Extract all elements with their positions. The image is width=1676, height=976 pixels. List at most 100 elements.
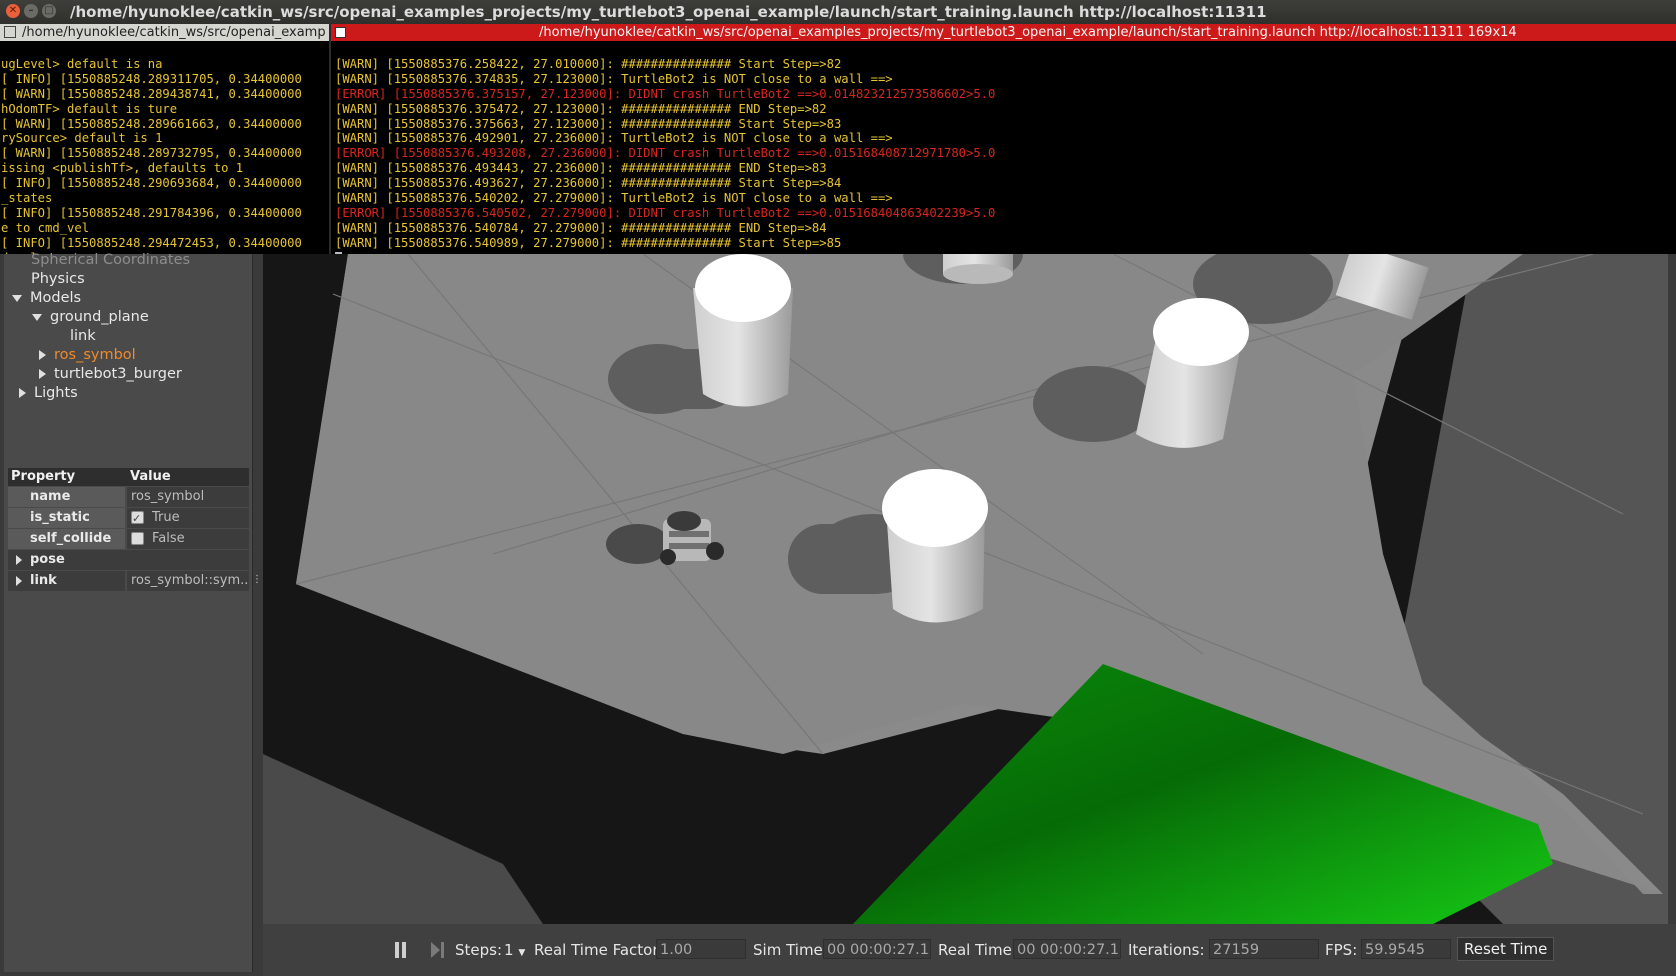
property-column-header: Property	[11, 469, 76, 484]
expand-arrow-icon[interactable]	[19, 388, 26, 398]
terminal-line: rySource> default is 1	[1, 131, 163, 146]
real-time-factor-field[interactable]: 1.00	[656, 939, 746, 959]
property-key-label: pose	[30, 552, 65, 567]
terminal-line: ugLevel> default is na	[1, 56, 163, 71]
world-panel: Spherical Coordinates Physics Models gro…	[4, 252, 253, 972]
pause-icon[interactable]	[394, 942, 408, 958]
steps-spinner[interactable]: 1 ▼	[504, 941, 525, 959]
terminal-line: [WARN] [1550885376.374835, 27.123000]: T…	[335, 71, 893, 86]
tree-item-lights[interactable]: Lights	[19, 385, 78, 401]
expand-arrow-icon[interactable]	[39, 369, 46, 379]
scene-viewport[interactable]	[263, 254, 1668, 924]
property-key: name	[8, 487, 125, 507]
terminal-line: e to cmd_vel	[1, 220, 90, 235]
expand-arrow-icon[interactable]	[39, 350, 46, 360]
terminal-line: [ERROR] [1550885376.540502, 27.279000]: …	[335, 205, 996, 220]
property-row-self-collide[interactable]: self_collide False	[8, 529, 249, 549]
terminal-line: [ INFO] [1550885248.290693684, 0.3440000…	[1, 176, 302, 191]
iterations-field[interactable]: 27159	[1209, 939, 1319, 959]
property-value: ros_symbol::sym...	[127, 571, 249, 591]
property-key: link	[8, 571, 125, 591]
expand-arrow-icon[interactable]	[16, 576, 22, 586]
terminal-right-title: /home/hyunoklee/catkin_ws/src/openai_exa…	[539, 25, 1517, 40]
terminal-line: [WARN] [1550885376.258422, 27.010000]: #…	[335, 56, 842, 71]
checkbox-label: True	[152, 510, 180, 525]
property-table: Property Value name ros_symbol is_static…	[8, 468, 249, 591]
sim-time-field[interactable]: 00 00:00:27.159	[823, 939, 931, 959]
tree-item-label: ros_symbol	[54, 347, 136, 363]
terminal-line: [ INFO] [1550885248.291784396, 0.3440000…	[1, 205, 302, 220]
property-row-is-static[interactable]: is_static True	[8, 508, 249, 528]
window-titlebar: ✕ – □ /home/hyunoklee/catkin_ws/src/openai…	[0, 0, 1676, 24]
fps-field[interactable]: 59.9545	[1361, 939, 1451, 959]
tree-item-label: ground_plane	[50, 309, 149, 325]
minimize-window-icon[interactable]: –	[24, 4, 38, 18]
terminal-left-output: ugLevel> default is na[ INFO] [155088524…	[0, 42, 329, 254]
terminal-line: [ WARN] [1550885248.289438741, 0.3440000…	[1, 86, 302, 101]
chevron-down-icon[interactable]: ▼	[518, 948, 525, 958]
real-time-field[interactable]: 00 00:00:27.194	[1013, 939, 1121, 959]
tree-item-label: Lights	[34, 385, 78, 401]
terminal-line: _states	[1, 191, 53, 206]
reset-time-button[interactable]: Reset Time	[1457, 937, 1555, 961]
terminal-line: [ WARN] [1550885248.289732795, 0.3440000…	[1, 146, 302, 161]
terminal-line: [WARN] [1550885376.375663, 27.123000]: #…	[335, 116, 842, 131]
terminal-right-output: [WARN] [1550885376.258422, 27.010000]: #…	[331, 42, 1676, 254]
terminal-line: [ERROR] [1550885376.375157, 27.123000]: …	[335, 86, 996, 101]
terminal-left-tab[interactable]: /home/hyunoklee/catkin_ws/src/openai_exa…	[0, 24, 329, 41]
property-key: is_static	[8, 508, 125, 528]
property-key: pose	[8, 550, 249, 570]
collapse-arrow-icon[interactable]	[32, 313, 42, 321]
terminal-line: [WARN] [1550885376.493627, 27.236000]: #…	[335, 176, 842, 191]
sim-time-label: Sim Time:	[753, 941, 828, 959]
terminal-right-tab[interactable]: /home/hyunoklee/catkin_ws/src/openai_exa…	[331, 24, 1676, 41]
maximize-window-icon[interactable]: □	[42, 4, 56, 18]
terminal-left[interactable]: /home/hyunoklee/catkin_ws/src/openai_exa…	[0, 24, 329, 254]
terminal-line: [WARN] [1550885376.540784, 27.279000]: #…	[335, 220, 827, 235]
tree-item-label: Models	[30, 290, 82, 306]
property-key-label: link	[30, 573, 57, 588]
step-icon[interactable]	[431, 942, 445, 958]
property-row-link[interactable]: link ros_symbol::sym...	[8, 571, 249, 591]
close-window-icon[interactable]: ✕	[6, 4, 20, 18]
property-row-name[interactable]: name ros_symbol	[8, 487, 249, 507]
terminal-line: issing <publishTf>, defaults to 1	[1, 161, 244, 176]
property-table-header: Property Value	[8, 468, 249, 486]
tree-item-physics[interactable]: Physics	[31, 271, 85, 287]
terminal-line: [ INFO] [1550885248.289311705, 0.3440000…	[1, 71, 302, 86]
terminal-line: [WARN] [1550885376.493443, 27.236000]: #…	[335, 161, 827, 176]
simulation-toolbar: Steps: 1 ▼ Real Time Factor: 1.00 Sim Ti…	[263, 924, 1676, 976]
terminal-icon	[335, 27, 346, 38]
property-value[interactable]: ros_symbol	[127, 487, 249, 507]
tree-item-label: turtlebot3_burger	[54, 366, 182, 382]
property-row-pose[interactable]: pose	[8, 550, 249, 570]
steps-value: 1	[504, 941, 514, 959]
real-time-factor-label: Real Time Factor:	[534, 941, 664, 959]
terminal-icon	[4, 26, 16, 38]
expand-arrow-icon[interactable]	[16, 555, 22, 565]
terminal-line: [ WARN] [1550885248.289661663, 0.3440000…	[1, 116, 302, 131]
steps-label: Steps:	[455, 941, 503, 959]
property-value[interactable]: False	[127, 529, 249, 549]
tree-item-spherical-coordinates[interactable]: Spherical Coordinates	[31, 252, 190, 268]
terminal-line: [WARN] [1550885376.375472, 27.123000]: #…	[335, 101, 827, 116]
is-static-checkbox[interactable]	[131, 509, 144, 528]
collapse-arrow-icon[interactable]	[12, 294, 22, 302]
gazebo-window: Spherical Coordinates Physics Models gro…	[0, 252, 1676, 976]
terminal-right[interactable]: /home/hyunoklee/catkin_ws/src/openai_exa…	[331, 24, 1676, 254]
tree-item-turtlebot3-burger[interactable]: turtlebot3_burger	[39, 366, 182, 382]
scene-render	[263, 254, 1668, 924]
tree-item-ros-symbol[interactable]: ros_symbol	[39, 347, 136, 363]
property-key: self_collide	[8, 529, 125, 549]
terminal-line: [ERROR] [1550885376.493208, 27.236000]: …	[335, 146, 996, 161]
terminal-line: [WARN] [1550885376.492901, 27.236000]: T…	[335, 131, 893, 146]
self-collide-checkbox[interactable]	[131, 532, 144, 545]
panel-splitter-handle[interactable]: ⋮	[252, 574, 262, 585]
tree-item-link[interactable]: link	[70, 328, 96, 344]
terminal-line: hOdomTF> default is ture	[1, 101, 178, 116]
tree-item-models[interactable]: Models	[12, 290, 81, 306]
checkbox-label: False	[152, 531, 185, 546]
terminal-left-title: /home/hyunoklee/catkin_ws/src/openai_exa…	[22, 25, 326, 40]
tree-item-ground-plane[interactable]: ground_plane	[32, 309, 149, 325]
property-value[interactable]: True	[127, 508, 249, 528]
